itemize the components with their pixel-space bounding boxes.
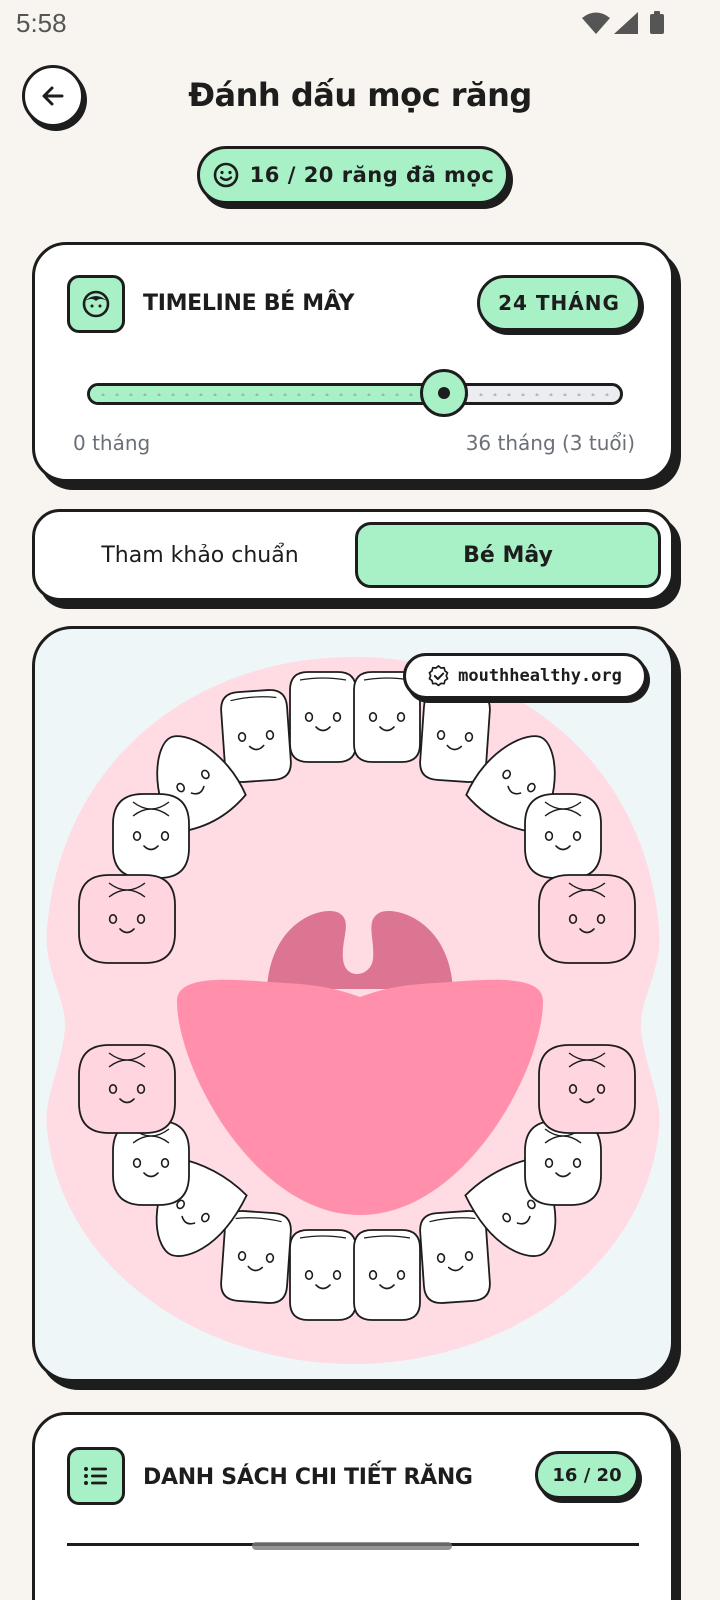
upper-tooth-10[interactable]: [538, 874, 636, 964]
age-badge: 24 THÁNG: [477, 275, 641, 331]
timeline-card: TIMELINE BÉ MÂY 24 THÁNG 0 tháng 36 thán…: [32, 242, 674, 482]
baby-tab[interactable]: Bé Mây: [355, 522, 661, 588]
home-indicator[interactable]: [252, 1542, 452, 1550]
status-time: 5:58: [16, 8, 67, 38]
lower-tooth-2[interactable]: [353, 1229, 421, 1321]
baby-face-icon: [67, 275, 125, 333]
slider-tick-dots: [96, 393, 614, 396]
erupted-count-label: 16 / 20 răng đã mọc: [249, 163, 495, 187]
lower-tooth-10[interactable]: [538, 1044, 636, 1134]
arrow-left-icon: [42, 86, 64, 106]
upper-tooth-8[interactable]: [524, 793, 602, 879]
lower-tooth-4[interactable]: [419, 1210, 491, 1304]
status-bar: 5:58: [0, 0, 720, 48]
battery-icon: [650, 11, 664, 34]
list-icon: [67, 1447, 125, 1505]
source-badge[interactable]: mouthhealthy.org: [403, 653, 647, 699]
erupted-count-pill: 16 / 20 răng đã mọc: [197, 146, 509, 204]
reference-tab[interactable]: Tham khảo chuẩn: [45, 522, 355, 588]
status-icons: [582, 11, 664, 34]
mouth-chart-card: [32, 626, 674, 1382]
timeline-min-label: 0 tháng: [73, 431, 151, 455]
upper-tooth-1[interactable]: [289, 671, 357, 763]
wifi-icon: [582, 12, 610, 34]
smiley-icon: [213, 162, 238, 188]
back-button[interactable]: [22, 65, 84, 127]
upper-tooth-4[interactable]: [419, 689, 491, 783]
detail-list-title: DANH SÁCH CHI TIẾT RĂNG: [143, 1465, 473, 1490]
mouth-chart: [46, 657, 660, 1364]
verified-badge-icon: [428, 665, 449, 687]
lower-tooth-3[interactable]: [220, 1210, 292, 1304]
lower-tooth-9[interactable]: [78, 1044, 176, 1134]
upper-tooth-9[interactable]: [78, 874, 176, 964]
age-slider-track[interactable]: [87, 383, 623, 405]
upper-tooth-7[interactable]: [112, 793, 190, 879]
source-label: mouthhealthy.org: [458, 666, 622, 686]
timeline-title: TIMELINE BÉ MÂY: [143, 291, 355, 316]
detail-list-card: DANH SÁCH CHI TIẾT RĂNG 16 / 20: [32, 1412, 674, 1600]
age-slider-thumb[interactable]: [420, 369, 469, 417]
view-toggle: Tham khảo chuẩn Bé Mây: [32, 509, 674, 601]
page-title: Đánh dấu mọc răng: [188, 76, 532, 114]
signal-icon: [614, 12, 638, 34]
lower-tooth-1[interactable]: [289, 1229, 357, 1321]
detail-count-badge: 16 / 20: [535, 1451, 639, 1499]
timeline-max-label: 36 tháng (3 tuổi): [465, 431, 635, 455]
